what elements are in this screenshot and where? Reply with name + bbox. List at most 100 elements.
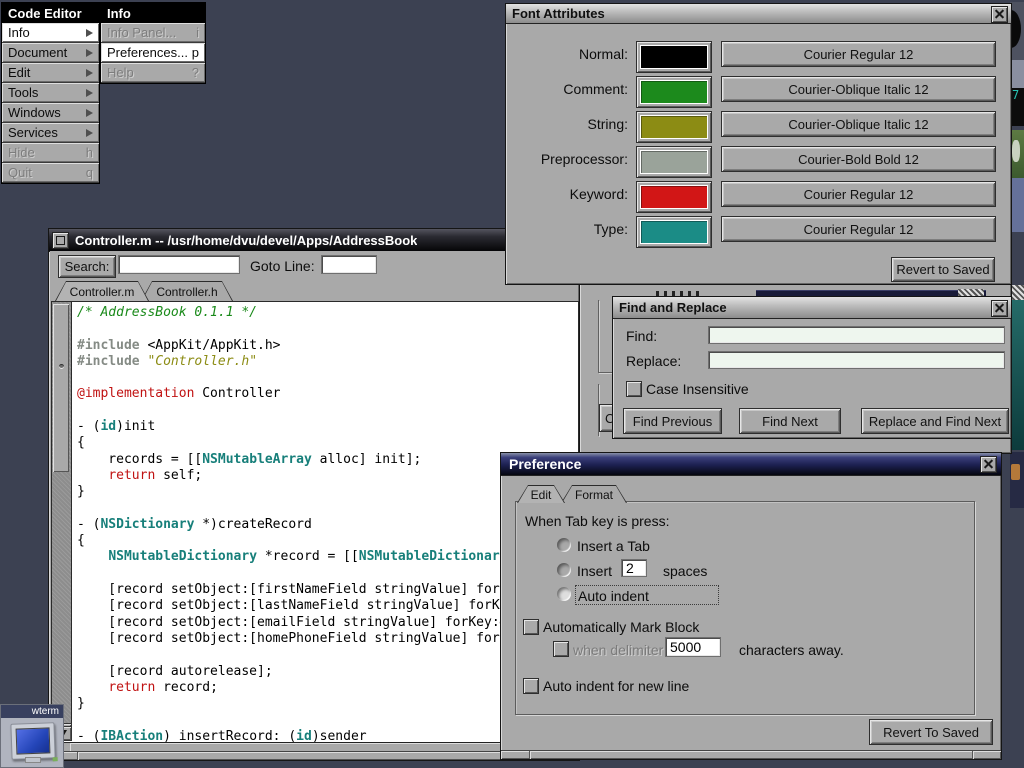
preference-title: Preference	[501, 456, 581, 472]
preference-titlebar[interactable]: Preference	[501, 453, 1001, 476]
color-swatch	[641, 221, 707, 243]
revert-to-saved-button[interactable]: Revert To Saved	[869, 719, 993, 745]
menu-item-label: Help	[107, 65, 134, 80]
delimiter-checkbox[interactable]	[553, 641, 569, 657]
menu-item-hide[interactable]: Hideh	[2, 143, 99, 163]
menu-item-label: Quit	[8, 165, 32, 180]
auto-indent-newline-checkbox[interactable]	[523, 678, 539, 694]
auto-indent-newline-label: Auto indent for new line	[543, 678, 689, 694]
color-swatch	[641, 81, 707, 103]
mark-block-checkbox[interactable]	[523, 619, 539, 635]
radio-insert-tab[interactable]	[557, 538, 571, 552]
find-replace-titlebar[interactable]: Find and Replace	[613, 297, 1011, 319]
find-input[interactable]	[708, 326, 1005, 344]
goto-line-input[interactable]	[321, 255, 377, 274]
code-line: #include "Controller.h"	[77, 354, 578, 370]
font-attribute-row: Type:Courier Regular 12	[506, 216, 1011, 242]
miniaturize-icon[interactable]	[52, 232, 69, 249]
menu-item-quit[interactable]: Quitq	[2, 163, 99, 183]
font-button[interactable]: Courier Regular 12	[721, 181, 996, 207]
menu-item-infopanel[interactable]: Info Panel...i	[101, 23, 205, 43]
font-attributes-titlebar[interactable]: Font Attributes	[506, 4, 1011, 24]
monitor-stand-icon	[25, 757, 41, 763]
find-replace-panel: Find and Replace Find: Replace: Case Ins…	[612, 296, 1012, 439]
delimiter-suffix-label: characters away.	[739, 642, 844, 658]
code-line	[77, 403, 578, 419]
color-well[interactable]	[636, 181, 712, 213]
menu-item-services[interactable]: Services	[2, 123, 99, 143]
spaces-count-input[interactable]	[621, 559, 647, 577]
menu-item-document[interactable]: Document	[2, 43, 99, 63]
code-line: #include <AppKit/AppKit.h>	[77, 338, 578, 354]
menu-shortcut: ?	[192, 65, 199, 80]
search-button-label: Search:	[65, 259, 110, 274]
radio-insert-spaces-label: Insert	[577, 563, 612, 579]
spaces-suffix-label: spaces	[663, 563, 707, 579]
tab-format[interactable]: Format	[561, 485, 627, 503]
tab-controller-h[interactable]: Controller.h	[141, 281, 233, 301]
search-input[interactable]	[118, 255, 240, 274]
font-button[interactable]: Courier-Bold Bold 12	[721, 146, 996, 172]
font-button[interactable]: Courier Regular 12	[721, 216, 996, 242]
menu-item-preferences[interactable]: Preferences...p	[101, 43, 205, 63]
tab-controller-m[interactable]: Controller.m	[55, 281, 149, 301]
menu-item-info[interactable]: Info	[2, 23, 99, 43]
menu-item-label: Info	[8, 25, 30, 40]
scrollbar-knob[interactable]	[53, 304, 69, 472]
scrollbar-dimple-icon	[59, 364, 64, 369]
resize-bar[interactable]	[501, 750, 1001, 759]
editor-titlebar[interactable]: Controller.m -- /usr/home/dvu/devel/Apps…	[49, 229, 579, 252]
menu-item-help[interactable]: Help?	[101, 63, 205, 83]
code-line: /* AddressBook 0.1.1 */	[77, 305, 578, 321]
editor-window-title: Controller.m -- /usr/home/dvu/devel/Apps…	[49, 233, 417, 248]
terminal-monitor-icon	[10, 722, 55, 760]
dock-clock-fragment: 7	[1010, 88, 1024, 126]
submenu-title[interactable]: Info	[101, 3, 205, 23]
color-well[interactable]	[636, 216, 712, 248]
radio-auto-indent[interactable]	[557, 587, 571, 601]
case-insensitive-label: Case Insensitive	[646, 381, 749, 397]
menu-item-label: Document	[8, 45, 67, 60]
vertical-scrollbar[interactable]	[52, 302, 72, 740]
wterm-miniwindow[interactable]: wterm	[0, 704, 64, 768]
dock-clock-digit: 7	[1012, 88, 1019, 102]
menu-shortcut: i	[196, 25, 199, 40]
replace-and-find-next-button[interactable]: Replace and Find Next	[861, 408, 1009, 434]
replace-input[interactable]	[708, 351, 1005, 369]
menu-item-tools[interactable]: Tools	[2, 83, 99, 103]
editor-toolbar: Search: Goto Line:	[50, 251, 578, 280]
delimiter-distance-input[interactable]	[665, 637, 721, 657]
color-well[interactable]	[636, 41, 712, 73]
radio-insert-spaces[interactable]	[557, 563, 571, 577]
menu-item-edit[interactable]: Edit	[2, 63, 99, 83]
color-well[interactable]	[636, 76, 712, 108]
color-swatch	[641, 46, 707, 68]
font-attribute-row: Preprocessor:Courier-Bold Bold 12	[506, 146, 1011, 172]
close-button[interactable]	[991, 6, 1008, 23]
menu-item-windows[interactable]: Windows	[2, 103, 99, 123]
case-insensitive-checkbox[interactable]	[626, 381, 642, 397]
color-well[interactable]	[636, 111, 712, 143]
font-button[interactable]: Courier-Oblique Italic 12	[721, 76, 996, 102]
attribute-label: Comment:	[506, 76, 628, 102]
find-replace-title: Find and Replace	[613, 300, 727, 315]
tab-edit[interactable]: Edit	[517, 485, 565, 503]
submenu-arrow-icon	[86, 89, 93, 97]
tab-label: Format	[575, 488, 613, 502]
revert-label: Revert to Saved	[896, 262, 989, 277]
menu-title[interactable]: Code Editor	[2, 3, 99, 23]
close-button[interactable]	[991, 300, 1008, 317]
revert-to-saved-button[interactable]: Revert to Saved	[891, 257, 995, 282]
search-button[interactable]: Search:	[58, 255, 116, 278]
find-next-button[interactable]: Find Next	[739, 408, 841, 434]
color-well[interactable]	[636, 146, 712, 178]
font-button[interactable]: Courier-Oblique Italic 12	[721, 111, 996, 137]
button-label: Find Next	[762, 414, 818, 429]
submenu-arrow-icon	[86, 109, 93, 117]
font-attributes-title: Font Attributes	[506, 6, 605, 21]
font-button[interactable]: Courier Regular 12	[721, 41, 996, 67]
code-line	[77, 321, 578, 337]
close-button[interactable]	[980, 456, 997, 473]
find-previous-button[interactable]: Find Previous	[623, 408, 722, 434]
groupbox-fragment	[598, 300, 599, 372]
